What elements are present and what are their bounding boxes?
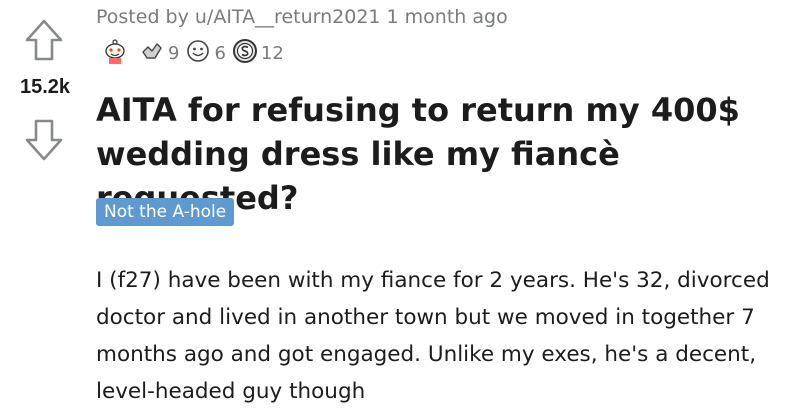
post-meta[interactable]: Posted by u/AITA__return2021 1 month ago <box>96 6 508 28</box>
upvote-arrow-icon[interactable] <box>24 18 64 62</box>
post-body: I (f27) have been with my fiance for 2 y… <box>96 268 770 404</box>
vote-column: 15.2k <box>0 0 90 419</box>
award-silver[interactable]: 12 <box>232 38 284 68</box>
vote-score: 15.2k <box>19 76 71 98</box>
downvote-arrow-icon[interactable] <box>24 118 64 162</box>
award-wholesome[interactable]: 6 <box>185 38 226 68</box>
award-count: 9 <box>168 42 180 64</box>
award-count: 12 <box>260 42 284 64</box>
award-count: 6 <box>214 42 226 64</box>
award-helpful[interactable]: 9 <box>139 38 179 68</box>
post-flair-badge[interactable]: Not the A-hole <box>96 198 235 226</box>
reddit-avatar-award-icon <box>100 36 130 70</box>
wholesome-award-icon <box>185 38 211 68</box>
helpful-award-icon <box>139 38 165 68</box>
awards-row[interactable]: 9 6 12 <box>100 38 290 68</box>
award-reddit-avatar[interactable] <box>100 36 133 70</box>
silver-award-icon <box>232 38 258 68</box>
